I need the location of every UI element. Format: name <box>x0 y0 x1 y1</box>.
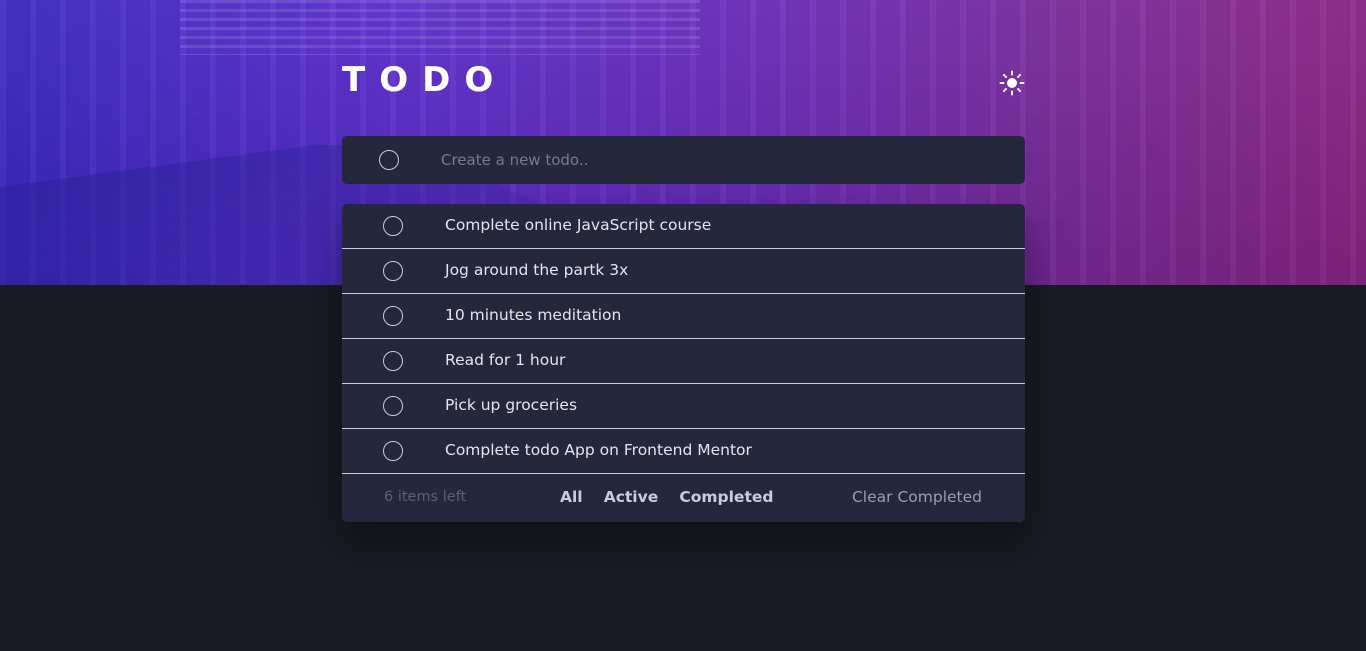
items-left-count: 6 items left <box>384 489 467 505</box>
filter-completed[interactable]: Completed <box>679 488 773 506</box>
check-circle-icon[interactable] <box>383 441 403 461</box>
new-todo-check-circle-icon[interactable] <box>379 150 399 170</box>
todo-item[interactable]: Complete online JavaScript course <box>342 204 1025 249</box>
app-title: TODO <box>342 60 508 100</box>
list-footer: 6 items left All Active Completed Clear … <box>342 474 1025 522</box>
clear-completed-button[interactable]: Clear Completed <box>852 474 982 520</box>
check-circle-icon[interactable] <box>383 306 403 326</box>
filter-all[interactable]: All <box>560 488 583 506</box>
hero-ceiling-lights <box>180 0 700 55</box>
todo-item[interactable]: Jog around the partk 3x <box>342 249 1025 294</box>
check-circle-icon[interactable] <box>383 351 403 371</box>
todo-list: Complete online JavaScript course Jog ar… <box>342 204 1025 522</box>
todo-item-text: Read for 1 hour <box>445 351 566 369</box>
check-circle-icon[interactable] <box>383 396 403 416</box>
todo-item-text: Complete todo App on Frontend Mentor <box>445 441 752 459</box>
new-todo-input[interactable] <box>441 136 1001 184</box>
check-circle-icon[interactable] <box>383 261 403 281</box>
filter-group: All Active Completed <box>560 474 789 520</box>
sun-icon[interactable] <box>999 70 1025 96</box>
todo-item-text: Pick up groceries <box>445 396 578 414</box>
filter-active[interactable]: Active <box>604 488 659 506</box>
todo-item[interactable]: 10 minutes meditation <box>342 294 1025 339</box>
todo-item[interactable]: Pick up groceries <box>342 384 1025 429</box>
app-header: TODO <box>342 58 1025 102</box>
todo-item[interactable]: Read for 1 hour <box>342 339 1025 384</box>
todo-item[interactable]: Complete todo App on Frontend Mentor <box>342 429 1025 474</box>
todo-item-text: Jog around the partk 3x <box>445 261 629 279</box>
todo-item-text: Complete online JavaScript course <box>445 216 712 234</box>
new-todo-bar <box>342 136 1025 184</box>
todo-item-text: 10 minutes meditation <box>445 306 622 324</box>
check-circle-icon[interactable] <box>383 216 403 236</box>
